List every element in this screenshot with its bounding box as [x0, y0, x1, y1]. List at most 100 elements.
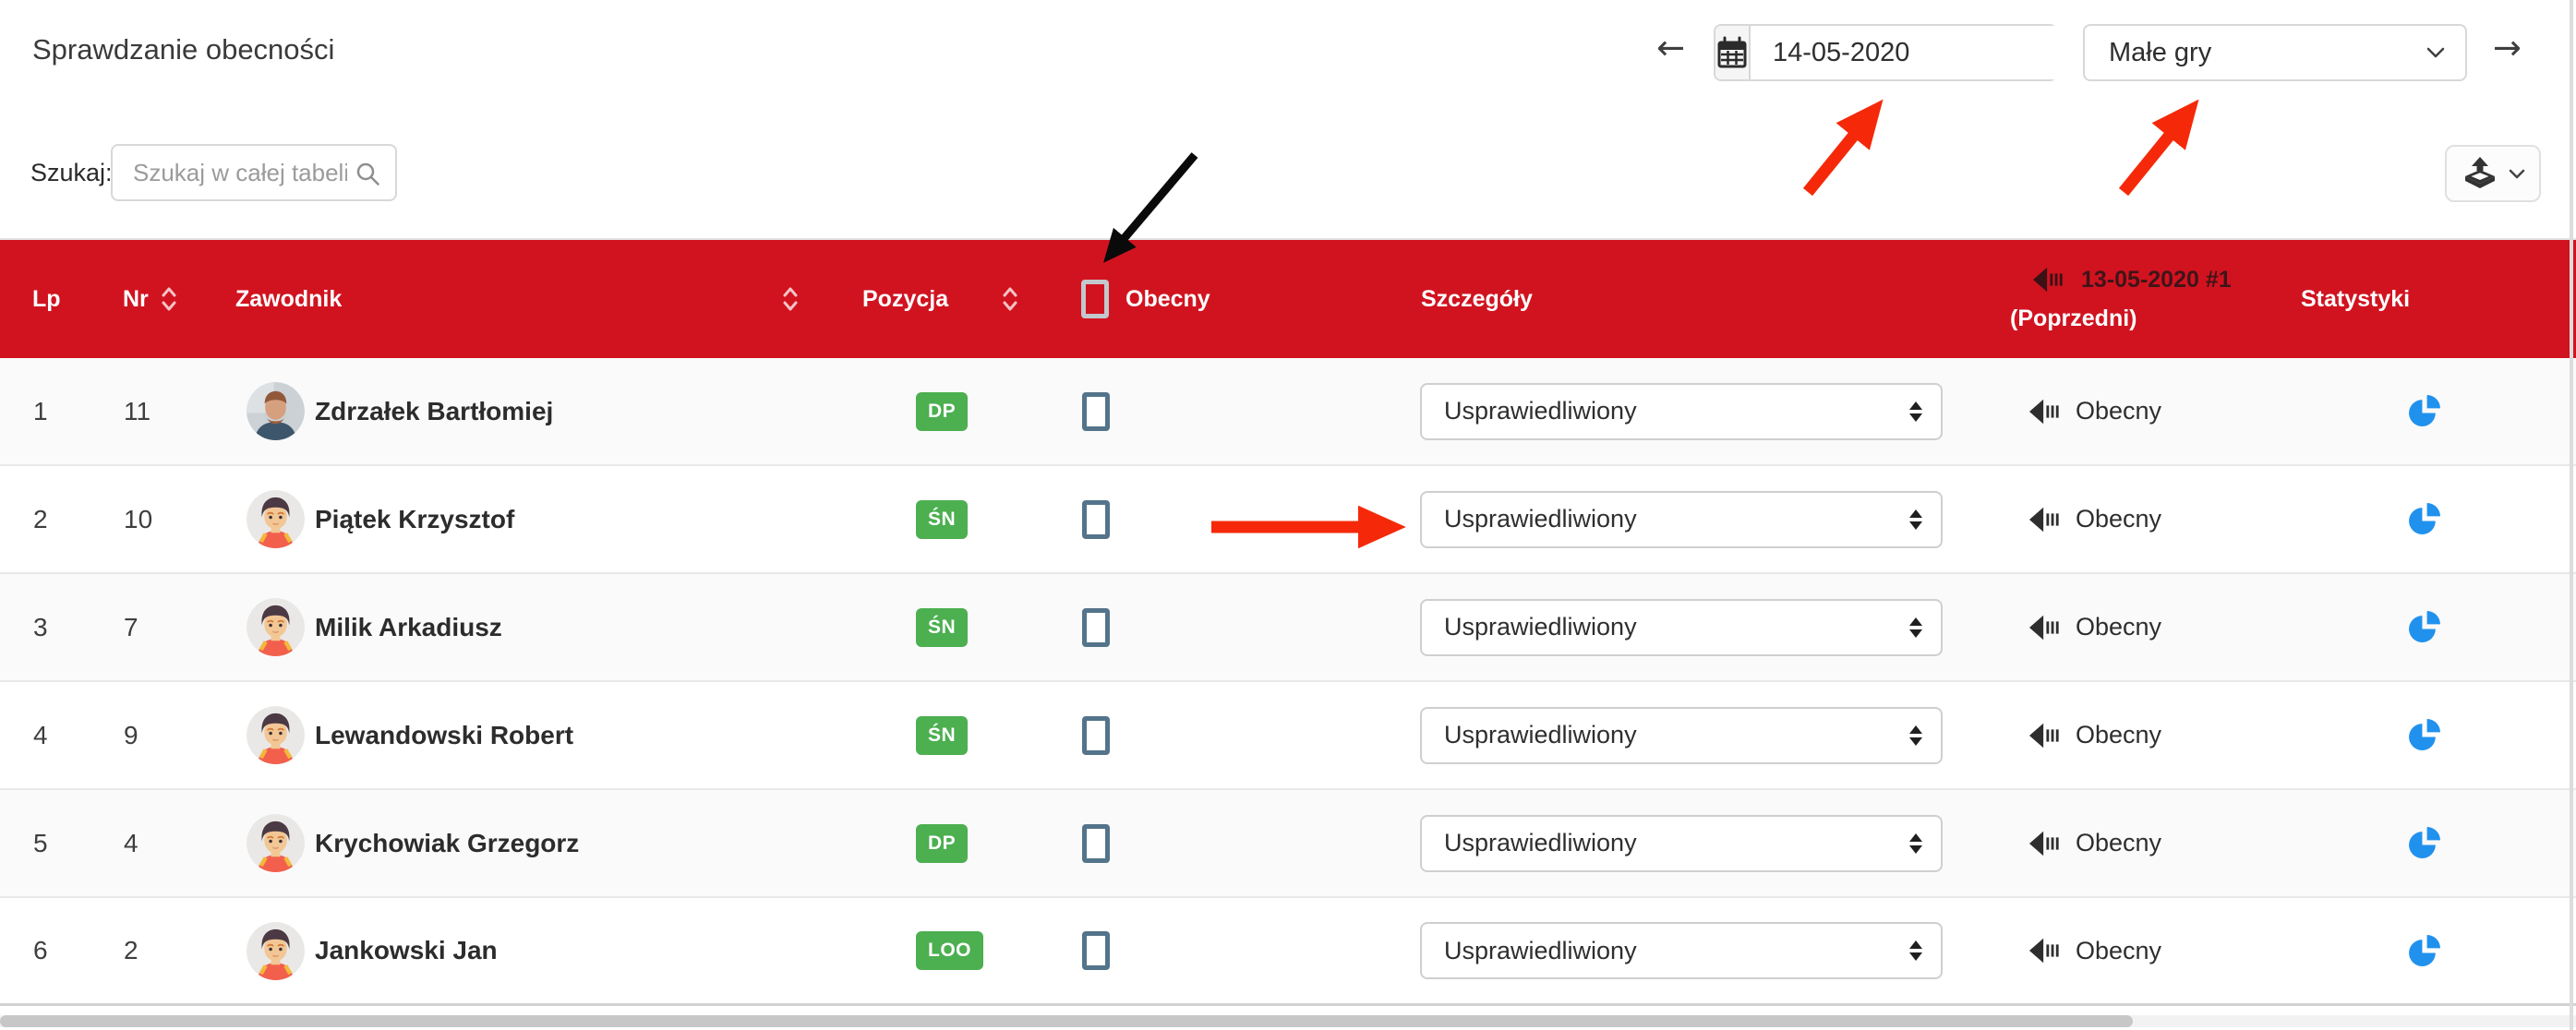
cell-previous: Obecny: [1985, 574, 2271, 680]
cell-lp: 1: [0, 358, 92, 464]
stats-pie-icon[interactable]: [2407, 718, 2441, 752]
cell-present: [1062, 466, 1385, 572]
previous-status: Obecny: [2076, 397, 2161, 425]
position-badge: LOO: [916, 931, 983, 970]
player-name: Milik Arkadiusz: [315, 613, 502, 642]
column-header-position[interactable]: Pozycja: [849, 240, 1062, 358]
previous-day-arrow-button[interactable]: ←: [1656, 28, 1685, 67]
event-type-value: Małe gry: [2109, 38, 2211, 68]
sort-icon[interactable]: [1003, 285, 1017, 313]
stats-pie-icon[interactable]: [2407, 502, 2441, 536]
cell-position: DP: [849, 790, 1062, 896]
select-caret-icon: [1909, 401, 1922, 422]
annotation-arrow-select-all: [1123, 155, 1195, 240]
cell-previous: Obecny: [1985, 682, 2271, 788]
previous-status: Obecny: [2076, 829, 2161, 857]
stats-pie-icon[interactable]: [2407, 934, 2441, 968]
present-checkbox[interactable]: [1082, 824, 1110, 863]
cell-player: Krychowiak Grzegorz: [222, 790, 849, 896]
previous-event-icon: [2029, 938, 2061, 964]
stats-pie-icon[interactable]: [2407, 610, 2441, 644]
details-select[interactable]: Usprawiedliwiony: [1420, 491, 1943, 548]
page-title: Sprawdzanie obecności: [32, 33, 334, 66]
cell-nr: 11: [92, 358, 222, 464]
sort-icon[interactable]: [162, 285, 176, 313]
select-caret-icon: [1909, 725, 1922, 746]
previous-event-date: 13-05-2020 #1: [2081, 267, 2232, 293]
present-checkbox[interactable]: [1082, 608, 1110, 647]
cell-player: Zdrzałek Bartłomiej: [222, 358, 849, 464]
horizontal-scrollbar-thumb[interactable]: [0, 1015, 2133, 1027]
details-select[interactable]: Usprawiedliwiony: [1420, 599, 1943, 656]
details-select[interactable]: Usprawiedliwiony: [1420, 922, 1943, 979]
search-label: Szukaj:: [30, 159, 113, 187]
stats-pie-icon[interactable]: [2407, 826, 2441, 860]
present-checkbox[interactable]: [1082, 716, 1110, 755]
previous-event-icon: [2029, 723, 2061, 749]
select-caret-icon: [1909, 940, 1922, 961]
search-box: [111, 144, 397, 201]
table-row: 4 9: [0, 682, 2576, 790]
next-day-arrow-button[interactable]: →: [2493, 28, 2522, 67]
cell-details: Usprawiedliwiony: [1385, 898, 1985, 1003]
cell-position: ŚN: [849, 682, 1062, 788]
table-row: 3 7: [0, 574, 2576, 682]
cell-lp: 6: [0, 898, 92, 1003]
previous-status: Obecny: [2076, 505, 2161, 533]
details-select[interactable]: Usprawiedliwiony: [1420, 383, 1943, 440]
export-button[interactable]: [2445, 145, 2541, 202]
sort-icon[interactable]: [783, 285, 798, 313]
attendance-page: Sprawdzanie obecności ← Małe gry →: [0, 0, 2576, 1030]
details-select[interactable]: Usprawiedliwiony: [1420, 815, 1943, 872]
chevron-down-icon: [2426, 47, 2445, 58]
cell-details: Usprawiedliwiony: [1385, 466, 1985, 572]
select-caret-icon: [1909, 509, 1922, 530]
column-header-player[interactable]: Zawodnik: [222, 240, 849, 358]
select-caret-icon: [1909, 617, 1922, 638]
search-input[interactable]: [113, 146, 395, 199]
previous-status: Obecny: [2076, 721, 2161, 749]
cell-player: Piątek Krzysztof: [222, 466, 849, 572]
select-all-checkbox[interactable]: [1081, 280, 1109, 318]
present-checkbox[interactable]: [1082, 931, 1110, 970]
details-select[interactable]: Usprawiedliwiony: [1420, 707, 1943, 764]
cell-present: [1062, 358, 1385, 464]
column-header-lp: Lp: [0, 240, 92, 358]
player-name: Piątek Krzysztof: [315, 505, 514, 534]
table-row: 6 2: [0, 898, 2576, 1006]
vertical-scrollbar[interactable]: [2570, 0, 2573, 1030]
player-avatar: [247, 814, 305, 872]
column-header-nr[interactable]: Nr: [92, 240, 222, 358]
cell-nr: 10: [92, 466, 222, 572]
cell-lp: 5: [0, 790, 92, 896]
event-type-select[interactable]: Małe gry: [2083, 24, 2467, 81]
cell-details: Usprawiedliwiony: [1385, 358, 1985, 464]
chevron-down-icon: [2509, 169, 2525, 179]
present-checkbox[interactable]: [1082, 392, 1110, 431]
column-header-present: Obecny: [1062, 240, 1385, 358]
cell-lp: 4: [0, 682, 92, 788]
stats-pie-icon[interactable]: [2407, 394, 2441, 428]
cell-present: [1062, 790, 1385, 896]
player-name: Zdrzałek Bartłomiej: [315, 397, 553, 426]
column-header-previous: 13-05-2020 #1 (Poprzedni): [1985, 240, 2271, 358]
date-input[interactable]: [1751, 26, 2121, 79]
player-name: Krychowiak Grzegorz: [315, 829, 579, 858]
search-icon: [355, 162, 380, 186]
calendar-button[interactable]: [1715, 26, 1751, 79]
player-avatar: [247, 598, 305, 656]
cell-stats: [2271, 358, 2576, 464]
previous-event-icon: [2029, 507, 2061, 533]
cell-nr: 9: [92, 682, 222, 788]
cell-nr: 2: [92, 898, 222, 1003]
player-avatar: [247, 922, 305, 980]
player-avatar: [247, 382, 305, 440]
position-badge: DP: [916, 392, 968, 431]
player-avatar: [247, 490, 305, 548]
annotation-arrow-date: [1808, 133, 1856, 192]
column-header-details: Szczegóły: [1385, 240, 1985, 358]
date-picker: [1714, 24, 2057, 81]
present-checkbox[interactable]: [1082, 500, 1110, 539]
position-badge: ŚN: [916, 500, 968, 539]
select-caret-icon: [1909, 833, 1922, 854]
